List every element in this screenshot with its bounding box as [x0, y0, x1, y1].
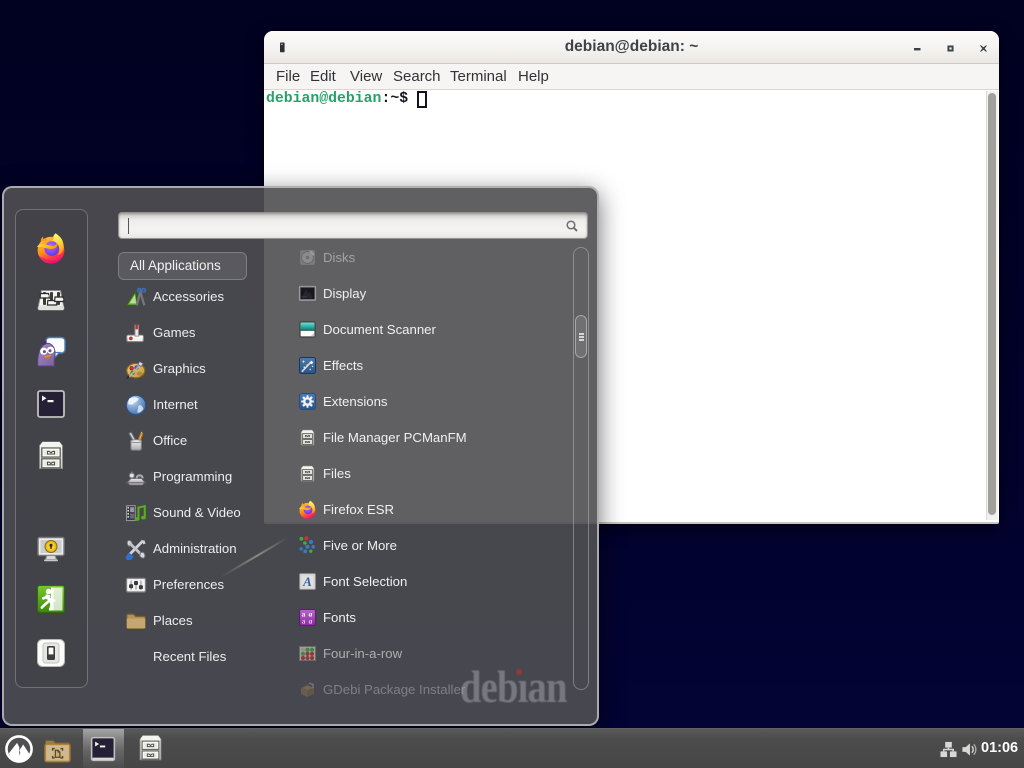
- svg-text:A: A: [302, 574, 312, 589]
- svg-text:a: a: [309, 616, 313, 625]
